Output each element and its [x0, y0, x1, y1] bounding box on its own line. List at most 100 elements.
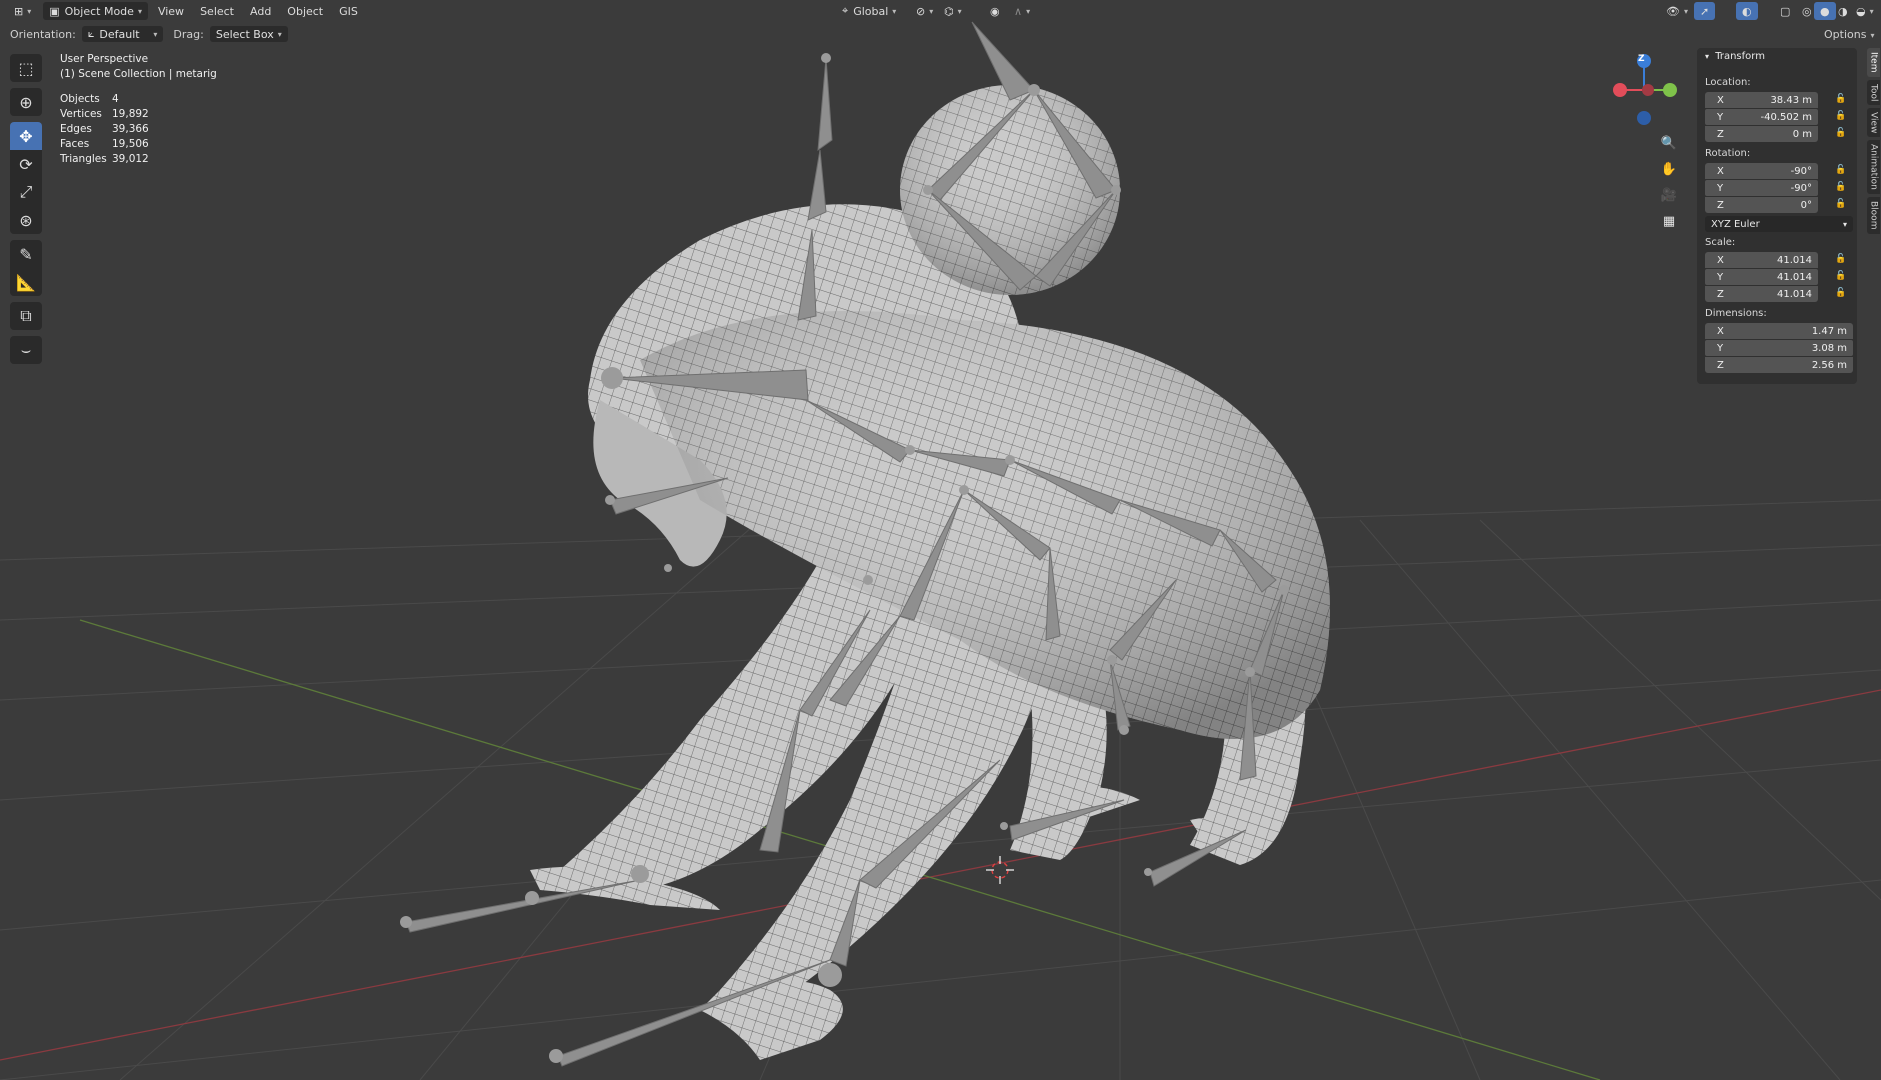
location-x-field[interactable]: X 38.43 m [1705, 92, 1818, 108]
lock-icon[interactable]: 🔓 [1835, 271, 1846, 283]
add-cube-icon[interactable]: ⧉ [10, 302, 42, 330]
proportional-editing-button[interactable]: ◉ [984, 2, 1006, 20]
tab-tool[interactable]: Tool [1867, 79, 1880, 105]
axis-label: X [1717, 254, 1724, 266]
location-x-value: 38.43 m [1770, 94, 1812, 106]
chevron-down-icon: ▾ [1705, 52, 1710, 61]
xray-button[interactable]: ▢ [1774, 2, 1796, 20]
axis-label: Z [1717, 199, 1724, 211]
pivot-button[interactable]: ⊘ ▾ [910, 2, 939, 20]
overlays-toggle-button[interactable]: ◐ [1736, 2, 1758, 20]
drag-value: Select Box [215, 27, 274, 41]
rotate-icon[interactable]: ⟳ [10, 150, 42, 178]
lock-icon[interactable]: 🔓 [1835, 182, 1846, 194]
rotation-label: Rotation: [1705, 148, 1751, 159]
lock-icon[interactable]: 🔓 [1835, 254, 1846, 266]
orientation-icon: ⌖ [842, 4, 849, 17]
dimensions-y-value: 3.08 m [1811, 342, 1847, 354]
stat-value: 19,506 [112, 138, 149, 150]
tab-item[interactable]: Item [1867, 48, 1880, 77]
move-icon[interactable]: ✥ [10, 122, 42, 150]
transform-icon[interactable]: ⊛ [10, 206, 42, 234]
menu-view[interactable]: View [150, 2, 192, 20]
scale-y-field[interactable]: Y 41.014 [1705, 269, 1818, 285]
lock-icon[interactable]: 🔓 [1835, 128, 1846, 140]
scale-z-value: 41.014 [1777, 288, 1812, 300]
scale-y-value: 41.014 [1777, 271, 1812, 283]
axis-label: Y [1717, 342, 1724, 354]
editor-type-button[interactable]: ⊞ ▾ [8, 2, 37, 20]
lock-icon[interactable]: 🔓 [1835, 288, 1846, 300]
gizmo-toggle-button[interactable]: ➚ [1694, 2, 1716, 20]
annotate-icon[interactable]: ✎ [10, 240, 42, 268]
snap-icon: ⌬ [944, 4, 954, 18]
zoom-icon[interactable]: 🔍 [1658, 132, 1680, 154]
lock-icon[interactable]: 🔓 [1835, 199, 1846, 211]
drag-dropdown[interactable]: Select Box ▾ [209, 26, 288, 42]
dimensions-x-value: 1.47 m [1811, 325, 1847, 337]
visibility-button[interactable]: 👁 ▾ [1660, 2, 1694, 20]
measure-icon[interactable]: 📐 [10, 268, 42, 296]
add-bone-icon[interactable]: ⌣ [10, 336, 42, 364]
location-y-value: -40.502 m [1760, 111, 1812, 123]
mode-dropdown[interactable]: ▣ Object Mode ▾ [43, 2, 148, 20]
stat-label: Edges [60, 123, 92, 135]
orientation-dropdown[interactable]: ⟀ Default ▾ [81, 26, 164, 42]
axis-label: Z [1717, 288, 1724, 300]
falloff-icon: ∧ [1014, 4, 1023, 18]
tool-settings-bar: Orientation: ⟀ Default ▾ Drag: Select Box… [0, 24, 1881, 44]
lock-icon[interactable]: 🔓 [1835, 94, 1846, 106]
menu-object[interactable]: Object [279, 2, 331, 20]
view-name: User Perspective [60, 53, 149, 65]
3d-cursor-icon [986, 856, 1014, 884]
axis-label: X [1717, 165, 1724, 177]
dimensions-y-field[interactable]: Y 3.08 m [1705, 340, 1853, 356]
tab-animation[interactable]: Animation [1867, 140, 1880, 195]
rendered-shading-button[interactable]: ◒ ▾ [1850, 2, 1880, 20]
material-icon: ◑ [1838, 4, 1848, 18]
pan-hand-icon[interactable]: ✋ [1658, 158, 1680, 180]
toolbar: ⬚ ⊕ ✥ ⟳ ⤢ ⊛ ✎ 📐 ⧉ ⌣ [10, 54, 42, 364]
snap-button[interactable]: ⌬ ▾ [938, 2, 968, 20]
mode-label: Object Mode [64, 4, 134, 18]
select-box-icon[interactable]: ⬚ [10, 54, 42, 82]
3d-viewport[interactable]: Z [0, 0, 1881, 1080]
perspective-toggle-icon[interactable]: ▦ [1658, 210, 1680, 232]
rotation-x-field[interactable]: X -90° [1705, 163, 1818, 179]
lock-icon[interactable]: 🔓 [1835, 165, 1846, 177]
orientation-value: Default [99, 27, 140, 41]
options-button[interactable]: Options ▾ [1824, 28, 1874, 41]
location-y-field[interactable]: Y -40.502 m [1705, 109, 1818, 125]
tab-bloom[interactable]: Bloom [1867, 197, 1880, 234]
menu-add[interactable]: Add [242, 2, 279, 20]
rotation-mode-dropdown[interactable]: XYZ Euler ▾ [1705, 216, 1853, 232]
axis-label: Z [1717, 128, 1724, 140]
drag-label: Drag: [173, 27, 204, 41]
header-bar: ⊞ ▾ ▣ Object Mode ▾ View Select Add Object… [0, 0, 1881, 22]
stat-value: 39,012 [112, 153, 149, 165]
scale-z-field[interactable]: Z 41.014 [1705, 286, 1818, 302]
camera-view-icon[interactable]: 🎥 [1658, 184, 1680, 206]
scale-x-field[interactable]: X 41.014 [1705, 252, 1818, 268]
transform-panel-header[interactable]: ▾ Transform [1705, 51, 1765, 62]
stat-label: Objects [60, 93, 100, 105]
menu-gis[interactable]: GIS [331, 2, 366, 20]
eye-icon: 👁 [1666, 4, 1680, 18]
transform-orientation-dropdown[interactable]: ⌖ Global ▾ [836, 2, 902, 20]
dimensions-x-field[interactable]: X 1.47 m [1705, 323, 1853, 339]
menu-select[interactable]: Select [192, 2, 242, 20]
lock-icon[interactable]: 🔓 [1835, 111, 1846, 123]
dimensions-z-field[interactable]: Z 2.56 m [1705, 357, 1853, 373]
stat-label: Faces [60, 138, 90, 150]
falloff-button[interactable]: ∧ ▾ [1008, 2, 1036, 20]
rotation-z-field[interactable]: Z 0° [1705, 197, 1818, 213]
viewport-info: User Perspective (1) Scene Collection | … [60, 52, 217, 167]
tab-view[interactable]: View [1867, 107, 1880, 138]
cursor-icon[interactable]: ⊕ [10, 88, 42, 116]
rendered-icon: ◒ [1856, 4, 1866, 18]
transform-title: Transform [1715, 51, 1765, 62]
scale-icon[interactable]: ⤢ [10, 178, 42, 206]
stat-value: 4 [112, 93, 119, 105]
location-z-field[interactable]: Z 0 m [1705, 126, 1818, 142]
rotation-y-field[interactable]: Y -90° [1705, 180, 1818, 196]
